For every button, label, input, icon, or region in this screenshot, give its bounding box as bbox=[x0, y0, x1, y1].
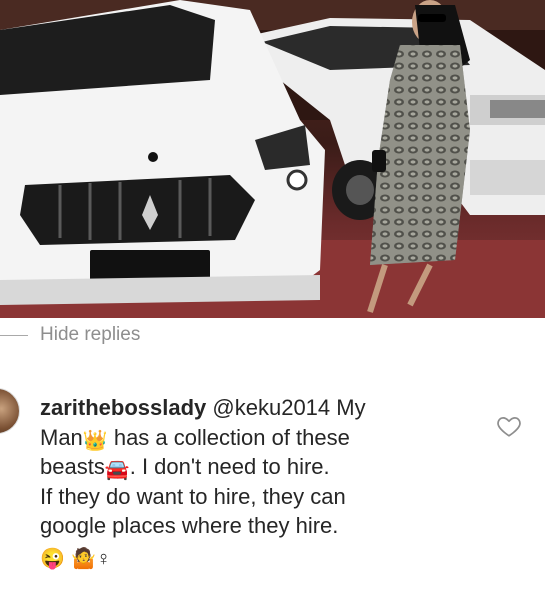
comment-text-line-5: . I don't need to hire. bbox=[129, 454, 330, 479]
comment-text-line-6: If they do want to hire, they can bbox=[40, 483, 346, 509]
comment-username[interactable]: zarithebosslady bbox=[40, 395, 206, 420]
comment-text: zarithebosslady @keku2014 My Man👑 has a … bbox=[40, 393, 480, 570]
avatar[interactable] bbox=[0, 388, 20, 434]
crown-emoji-icon: 👑 bbox=[82, 429, 108, 452]
cars-photo-illustration bbox=[0, 0, 545, 318]
hide-replies-button[interactable]: Hide replies bbox=[40, 324, 140, 346]
reply-thread-line bbox=[0, 334, 28, 336]
comment-text-line-3: has a collection of these bbox=[113, 424, 350, 450]
like-heart-icon[interactable] bbox=[496, 413, 522, 439]
hide-replies-row[interactable]: Hide replies bbox=[0, 318, 545, 352]
wink-emoji-icon: 😜 bbox=[40, 547, 65, 570]
car-emoji-icon: 🚘 bbox=[104, 459, 130, 481]
comment-text-line-4: beasts bbox=[40, 454, 105, 479]
comment-text-line-1: My bbox=[336, 395, 366, 420]
comment-text-line-2: Man bbox=[40, 424, 83, 450]
comment-mention[interactable]: @keku2014 bbox=[212, 395, 330, 420]
post-photo bbox=[0, 0, 545, 318]
comment-text-line-7: google places where they hire. bbox=[40, 513, 339, 538]
female-sign-icon: ♀ bbox=[95, 547, 111, 570]
shrug-emoji-icon: 🤷 bbox=[71, 547, 96, 570]
